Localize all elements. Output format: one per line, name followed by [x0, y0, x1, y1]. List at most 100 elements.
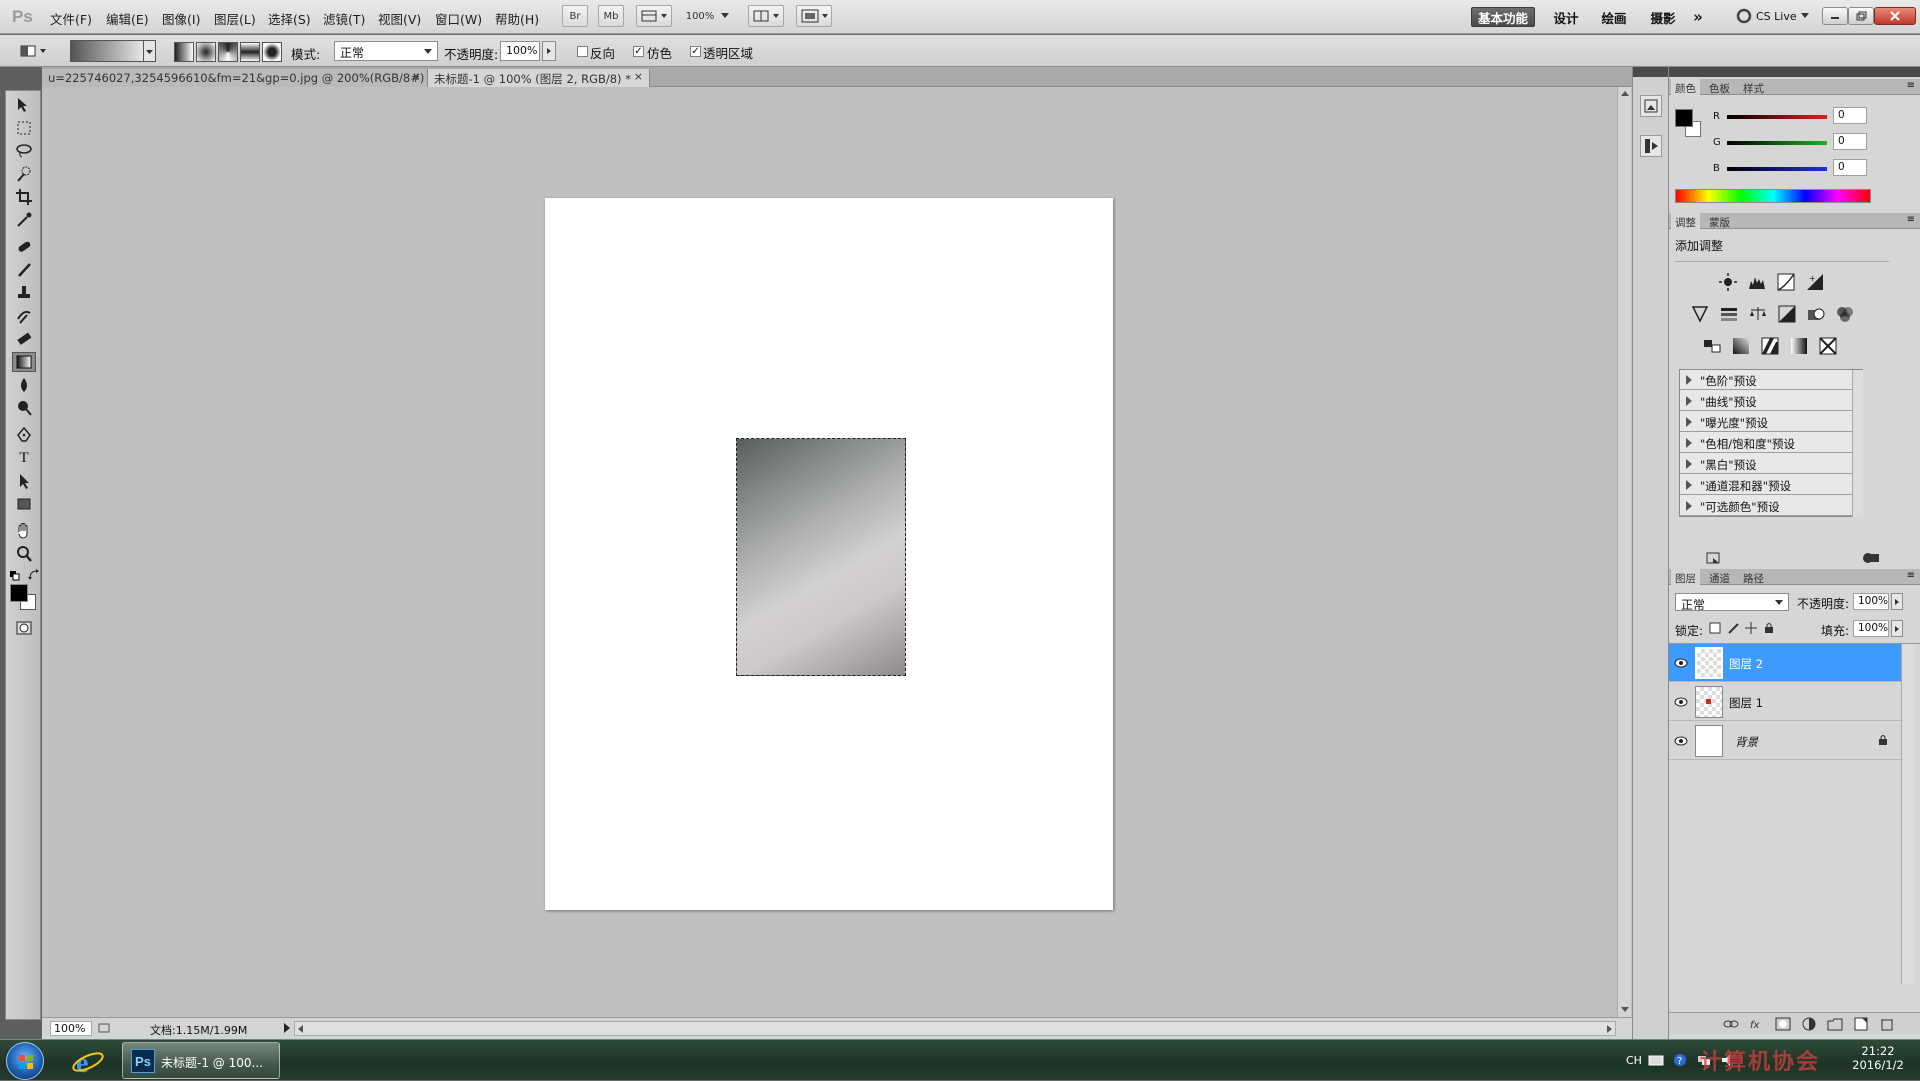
adjust-clip-icon[interactable]: [1861, 551, 1881, 565]
workspace-design[interactable]: 设计: [1548, 7, 1584, 27]
menu-image[interactable]: 图像(I): [162, 9, 200, 28]
status-zoom[interactable]: 100%: [50, 1021, 92, 1036]
language-indicator[interactable]: CH: [1626, 1054, 1642, 1067]
close-button[interactable]: [1874, 7, 1916, 25]
view-extras-button[interactable]: [636, 5, 672, 27]
layer-opacity-slider-button[interactable]: [1891, 593, 1903, 610]
preset-hue-saturation[interactable]: "色相/饱和度"预设: [1680, 433, 1852, 453]
tab-adjustments[interactable]: 调整: [1671, 213, 1700, 229]
layers-scrollbar[interactable]: [1901, 644, 1915, 984]
hand-tool[interactable]: [12, 521, 36, 541]
screen-mode-button[interactable]: [796, 5, 832, 27]
radial-gradient-button[interactable]: [196, 42, 216, 62]
restore-button[interactable]: [1848, 7, 1874, 25]
default-colors-icon[interactable]: [10, 571, 20, 581]
tab-swatches[interactable]: 色板: [1705, 81, 1734, 96]
brush-tool[interactable]: [12, 260, 36, 280]
channel-mixer-icon[interactable]: [1834, 303, 1856, 325]
tab-styles[interactable]: 样式: [1739, 81, 1768, 96]
lock-transparency-icon[interactable]: [1709, 622, 1721, 634]
workspace-photography[interactable]: 摄影: [1645, 7, 1681, 27]
color-spectrum[interactable]: [1675, 189, 1871, 203]
canvas[interactable]: [545, 198, 1113, 910]
tab-color[interactable]: 颜色: [1671, 79, 1700, 95]
minimize-button[interactable]: [1822, 7, 1848, 25]
clone-stamp-tool[interactable]: [12, 283, 36, 303]
menu-select[interactable]: 选择(S): [268, 9, 311, 28]
preset-selective-color[interactable]: "可选颜色"预设: [1680, 496, 1852, 516]
tab-channels[interactable]: 通道: [1705, 571, 1734, 586]
layer-opacity-input[interactable]: 100%: [1853, 593, 1889, 610]
history-panel-button[interactable]: [1640, 95, 1662, 117]
menu-view[interactable]: 视图(V): [378, 9, 421, 28]
more-workspaces-icon[interactable]: »: [1688, 7, 1708, 27]
threshold-icon[interactable]: [1759, 335, 1781, 357]
add-mask-icon[interactable]: [1775, 1017, 1791, 1031]
layer-row-background[interactable]: 背景: [1669, 722, 1901, 760]
channel-b-slider[interactable]: [1727, 167, 1827, 171]
rectangle-tool[interactable]: [12, 494, 36, 514]
menu-layer[interactable]: 图层(L): [214, 9, 256, 28]
move-tool[interactable]: [12, 95, 36, 115]
eyedropper-tool[interactable]: [12, 210, 36, 230]
channel-r-input[interactable]: 0: [1833, 107, 1867, 124]
vibrance-icon[interactable]: [1689, 303, 1711, 325]
channel-g-slider[interactable]: [1727, 141, 1827, 145]
exposure-icon[interactable]: +: [1804, 271, 1826, 293]
close-tab-icon[interactable]: ×: [634, 70, 643, 83]
curves-icon[interactable]: [1775, 271, 1797, 293]
diamond-gradient-button[interactable]: [262, 42, 282, 62]
zoom-tool[interactable]: [12, 544, 36, 564]
layer-row-2[interactable]: 图层 2: [1669, 644, 1901, 682]
dither-checkbox[interactable]: ✓: [633, 46, 644, 57]
eye-icon[interactable]: [1673, 694, 1689, 710]
adjust-footer-icon[interactable]: [1705, 551, 1723, 565]
color-balance-icon[interactable]: [1747, 303, 1769, 325]
menu-file[interactable]: 文件(F): [50, 9, 92, 28]
angle-gradient-button[interactable]: [218, 42, 238, 62]
blend-mode-select[interactable]: 正常: [1675, 593, 1789, 612]
healing-brush-tool[interactable]: [12, 237, 36, 257]
panel-menu-icon[interactable]: ≡: [1907, 214, 1915, 225]
fill-slider-button[interactable]: [1891, 620, 1903, 637]
brightness-contrast-icon[interactable]: [1717, 271, 1739, 293]
zoom-level[interactable]: 100%: [686, 11, 715, 22]
channel-r-slider[interactable]: [1727, 115, 1827, 119]
linear-gradient-button[interactable]: [174, 42, 194, 62]
fill-input[interactable]: 100%: [1853, 620, 1889, 637]
layer-row-1[interactable]: 图层 1: [1669, 683, 1901, 721]
preset-black-white[interactable]: "黑白"预设: [1680, 454, 1852, 474]
swap-colors-icon[interactable]: [28, 569, 40, 581]
dodge-tool[interactable]: [12, 398, 36, 418]
channel-b-input[interactable]: 0: [1833, 159, 1867, 176]
adjustment-layer-icon[interactable]: [1801, 1017, 1817, 1031]
preset-curves[interactable]: "曲线"预设: [1680, 391, 1852, 411]
tab-layers[interactable]: 图层: [1671, 569, 1700, 585]
workspace-painting[interactable]: 绘画: [1596, 7, 1632, 27]
cs-live-button[interactable]: CS Live: [1736, 8, 1810, 24]
history-brush-tool[interactable]: [12, 306, 36, 326]
preset-exposure[interactable]: "曝光度"预设: [1680, 412, 1852, 432]
hue-saturation-icon[interactable]: [1718, 303, 1740, 325]
eye-icon[interactable]: [1673, 733, 1689, 749]
tab-paths[interactable]: 路径: [1739, 571, 1768, 586]
type-tool[interactable]: T: [12, 448, 36, 468]
document-tab-1[interactable]: u=225746027,3254596610&fm=21&gp=0.jpg @ …: [42, 69, 428, 87]
marquee-tool[interactable]: [12, 118, 36, 138]
menu-edit[interactable]: 编辑(E): [106, 9, 149, 28]
photoshop-taskbar-button[interactable]: Ps 未标题-1 @ 100...: [122, 1042, 280, 1079]
clock[interactable]: 21:22 2016/1/2: [1848, 1044, 1908, 1072]
menu-help[interactable]: 帮助(H): [495, 9, 539, 28]
document-tab-2[interactable]: 未标题-1 @ 100% (图层 2, RGB/8) * ×: [428, 69, 650, 87]
opacity-slider-button[interactable]: [542, 41, 556, 61]
quick-selection-tool[interactable]: [12, 164, 36, 184]
tab-masks[interactable]: 蒙版: [1705, 215, 1734, 230]
keyboard-icon[interactable]: [1648, 1053, 1664, 1067]
bridge-button[interactable]: Br: [562, 5, 588, 27]
lock-position-icon[interactable]: [1745, 622, 1757, 634]
eraser-tool[interactable]: [12, 329, 36, 349]
lock-all-icon[interactable]: [1763, 622, 1775, 634]
help-icon[interactable]: ?: [1672, 1053, 1688, 1067]
gradient-tool[interactable]: [12, 352, 36, 372]
tool-preset-picker[interactable]: [18, 42, 54, 60]
